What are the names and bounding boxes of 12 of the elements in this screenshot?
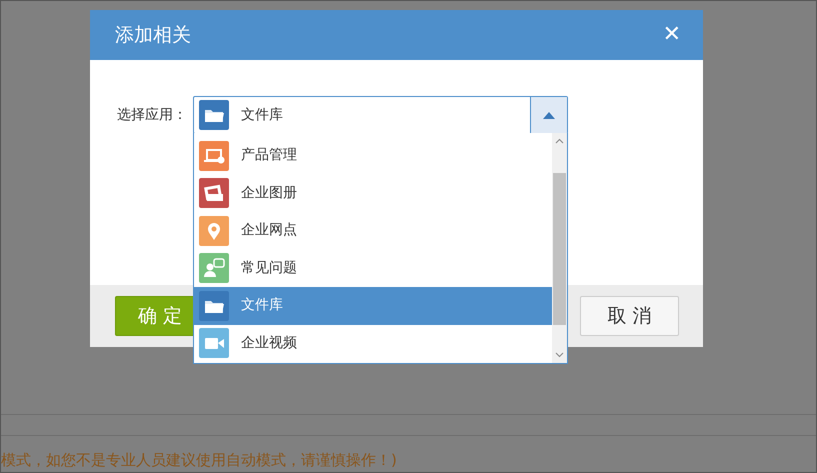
dropdown-option[interactable]: 企业网点 [194, 212, 552, 250]
scrollbar[interactable] [552, 133, 567, 363]
cancel-button[interactable]: 取 消 [580, 296, 679, 336]
dialog-title: 添加相关 [115, 22, 191, 48]
notice-text: 模式，如您不是专业人员建议使用自动模式，请谨慎操作！) [1, 450, 397, 471]
dropdown-option[interactable]: 企业图册 [194, 174, 552, 212]
scrollbar-thumb[interactable] [553, 173, 566, 325]
dropdown-option[interactable]: 常见问题 [194, 250, 552, 287]
field-label: 选择应用： [117, 106, 187, 125]
app-select[interactable]: 文件库 [193, 96, 568, 134]
dropdown-option[interactable]: 产品管理 [194, 137, 552, 174]
caret-icon [543, 112, 555, 118]
